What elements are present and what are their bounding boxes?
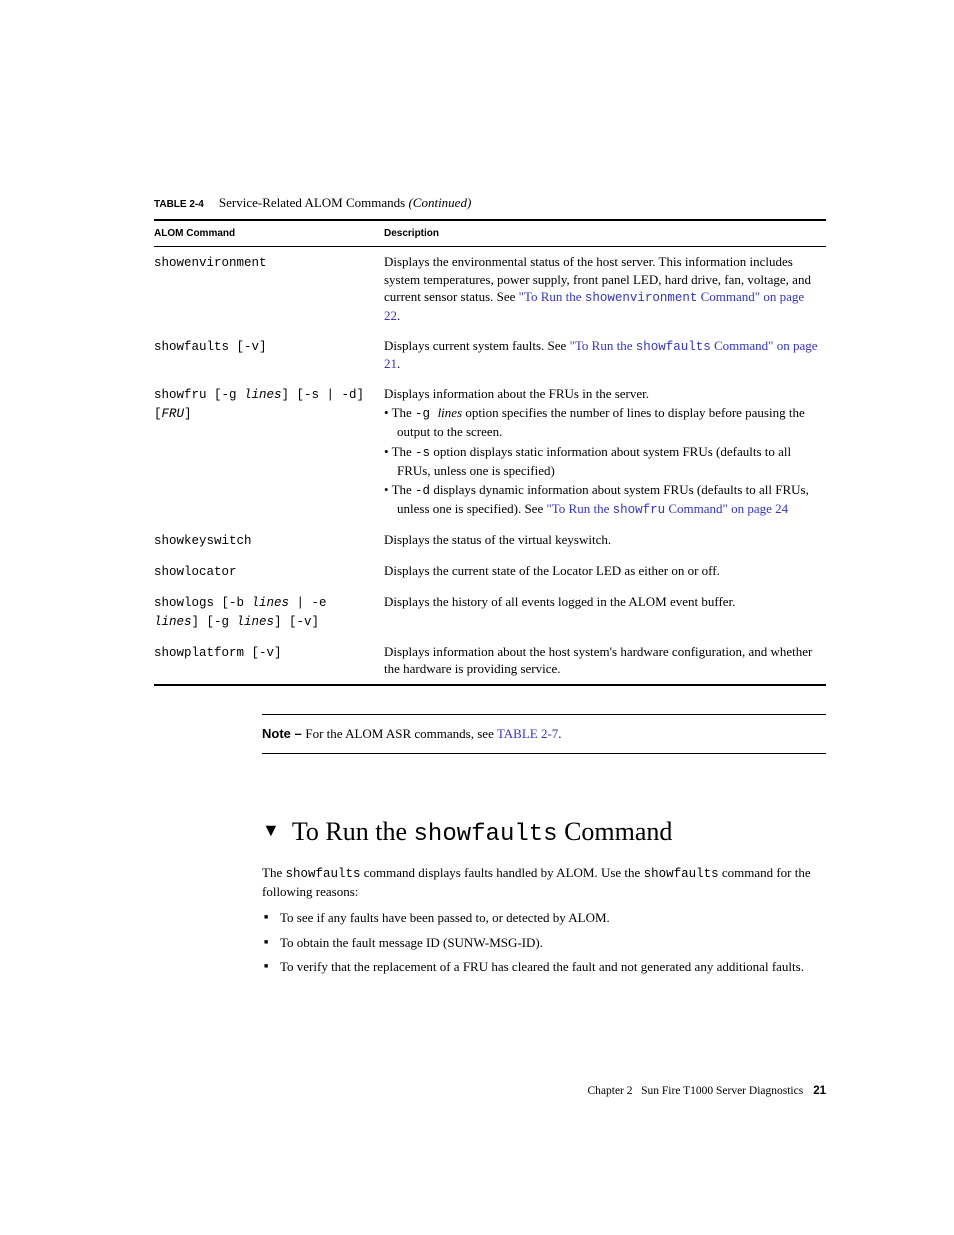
link-table-2-7[interactable]: TABLE 2-7 <box>497 726 558 741</box>
body-paragraph: The showfaults command displays faults h… <box>262 864 826 902</box>
desc-cell: Displays information about the host syst… <box>384 637 826 685</box>
list-item: To verify that the replacement of a FRU … <box>280 958 826 976</box>
list-item: The -g lines option specifies the number… <box>384 404 820 440</box>
table-title: Service-Related ALOM Commands <box>219 195 409 210</box>
section-heading: ▼ To Run the showfaults Command <box>262 816 826 850</box>
desc-cell: Displays the environmental status of the… <box>384 247 826 331</box>
table-header-row: ALOM Command Description <box>154 220 826 247</box>
desc-cell: Displays information about the FRUs in t… <box>384 379 826 525</box>
note-block: Note – For the ALOM ASR commands, see TA… <box>262 714 826 754</box>
link-showfru[interactable]: "To Run the showfru Command" on page 24 <box>546 501 788 516</box>
option-list: The -g lines option specifies the number… <box>384 404 820 519</box>
cmd-cell: showkeyswitch <box>154 525 384 556</box>
table-row: showenvironment Displays the environment… <box>154 247 826 331</box>
page-number: 21 <box>813 1085 826 1097</box>
footer-chapter: Chapter 2 <box>587 1085 632 1097</box>
cmd-cell: showlogs [-b lines | -e lines] [-g lines… <box>154 587 384 637</box>
cmd-cell: showfaults [-v] <box>154 331 384 379</box>
table-row: showlocator Displays the current state o… <box>154 556 826 587</box>
triangle-down-icon: ▼ <box>262 820 280 842</box>
list-item: The -s option displays static informatio… <box>384 443 820 479</box>
footer-title: Sun Fire T1000 Server Diagnostics <box>641 1085 803 1097</box>
note-text: For the ALOM ASR commands, see <box>305 726 497 741</box>
page-content: TABLE 2-4 Service-Related ALOM Commands … <box>0 0 954 976</box>
list-item: To obtain the fault message ID (SUNW-MSG… <box>280 934 826 952</box>
desc-cell: Displays the history of all events logge… <box>384 587 826 637</box>
desc-cell: Displays the current state of the Locato… <box>384 556 826 587</box>
table-row: showfru [-g lines] [-s | -d] [FRU] Displ… <box>154 379 826 525</box>
table-caption: TABLE 2-4 Service-Related ALOM Commands … <box>154 195 826 211</box>
desc-cell: Displays current system faults. See "To … <box>384 331 826 379</box>
note-label: Note – <box>262 726 305 741</box>
cmd-cell: showplatform [-v] <box>154 637 384 685</box>
commands-table: ALOM Command Description showenvironment… <box>154 219 826 686</box>
cmd-cell: showfru [-g lines] [-s | -d] [FRU] <box>154 379 384 525</box>
table-number: TABLE 2-4 <box>154 199 204 210</box>
table-row: showkeyswitch Displays the status of the… <box>154 525 826 556</box>
col-header-description: Description <box>384 220 826 247</box>
col-header-command: ALOM Command <box>154 220 384 247</box>
reasons-list: To see if any faults have been passed to… <box>262 909 826 976</box>
list-item: The -d displays dynamic information abou… <box>384 481 820 519</box>
desc-cell: Displays the status of the virtual keysw… <box>384 525 826 556</box>
cmd-cell: showenvironment <box>154 247 384 331</box>
table-continued: (Continued) <box>408 195 471 210</box>
table-row: showlogs [-b lines | -e lines] [-g lines… <box>154 587 826 637</box>
page-footer: Chapter 2 Sun Fire T1000 Server Diagnost… <box>0 1085 954 1097</box>
list-item: To see if any faults have been passed to… <box>280 909 826 927</box>
table-row: showfaults [-v] Displays current system … <box>154 331 826 379</box>
table-row: showplatform [-v] Displays information a… <box>154 637 826 685</box>
cmd-cell: showlocator <box>154 556 384 587</box>
